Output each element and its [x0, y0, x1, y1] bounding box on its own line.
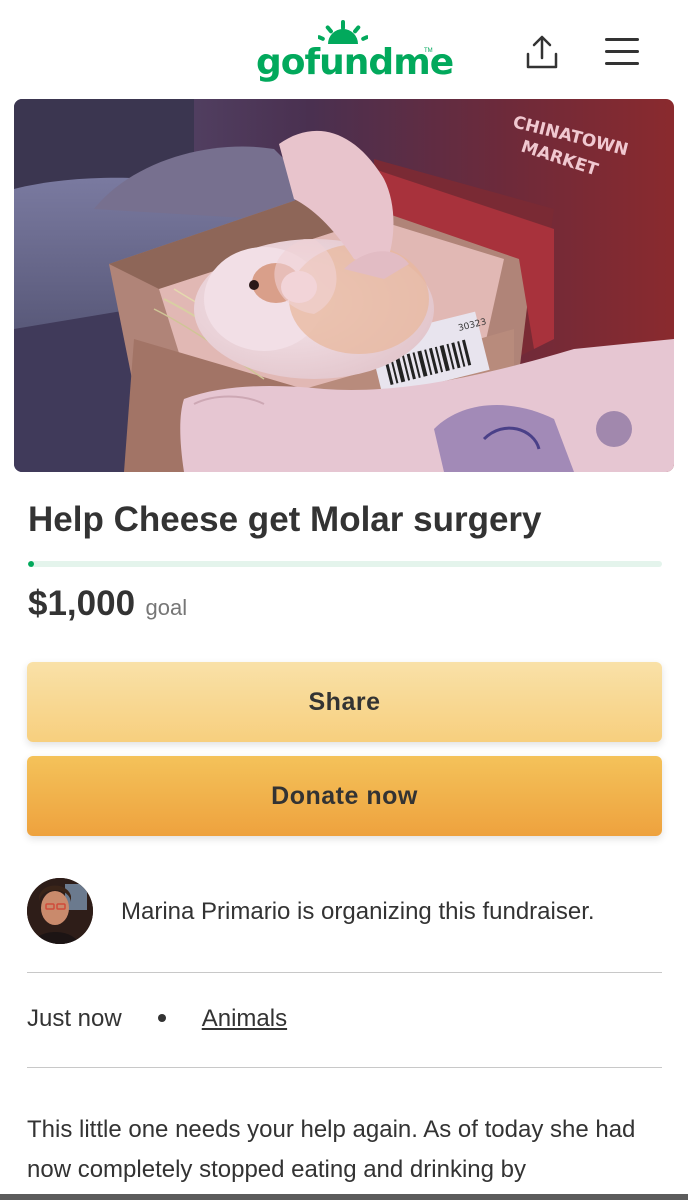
- goal-amount-row: $1,000 goal: [28, 584, 187, 624]
- logo-trademark: TM: [424, 48, 433, 54]
- created-time: Just now: [27, 1005, 122, 1032]
- top-header: gofundme TM: [0, 0, 688, 98]
- separator-dot: [158, 1013, 167, 1022]
- divider-top: [27, 972, 662, 973]
- organizer-row: Marina Primario is organizing this fundr…: [27, 878, 667, 946]
- campaign-story: This little one needs your help again. A…: [27, 1116, 636, 1183]
- campaign-title: Help Cheese get Molar surgery: [28, 500, 542, 539]
- organizer-avatar[interactable]: [27, 878, 93, 944]
- goal-amount: $1,000: [28, 584, 136, 623]
- bottom-scroll-edge: [0, 1194, 688, 1200]
- goal-label: goal: [145, 595, 188, 620]
- share-button[interactable]: Share: [27, 662, 662, 742]
- donate-now-button[interactable]: Donate now: [27, 756, 662, 836]
- campaign-hero-image: 30323 CHINATOWN MARKET: [14, 99, 674, 472]
- progress-fill: [28, 561, 34, 567]
- share-upload-icon[interactable]: [522, 33, 562, 73]
- fundraising-progress-bar: [28, 561, 662, 567]
- campaign-meta-row: Just now Animals: [27, 1005, 287, 1033]
- hamburger-menu-icon[interactable]: [601, 36, 643, 68]
- organizer-text: Marina Primario is organizing this fundr…: [121, 898, 595, 925]
- gofundme-logo[interactable]: gofundme TM: [256, 20, 454, 84]
- divider-bottom: [27, 1067, 662, 1068]
- category-link[interactable]: Animals: [202, 1005, 287, 1032]
